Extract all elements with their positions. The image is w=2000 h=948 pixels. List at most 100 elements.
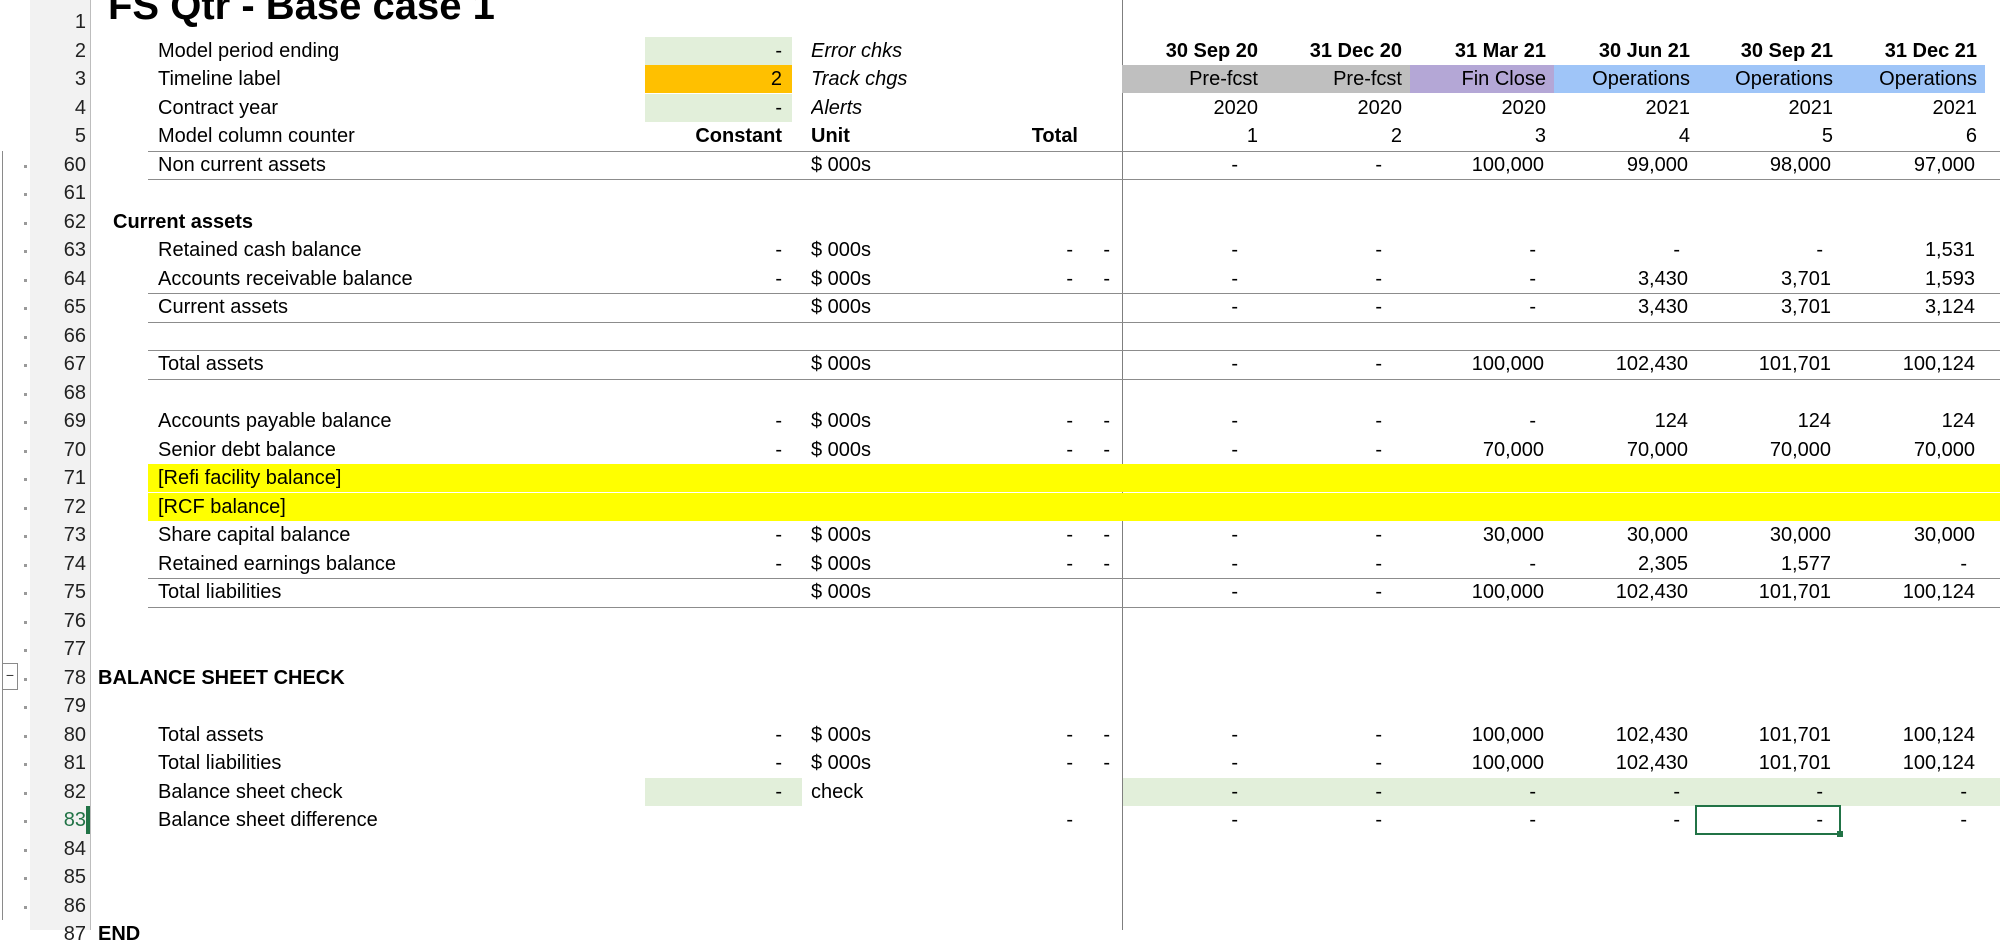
value-cell[interactable]: 102,430 bbox=[1554, 749, 1698, 777]
row-number[interactable]: 64 bbox=[30, 265, 86, 293]
constant-cell[interactable]: 2 bbox=[645, 65, 792, 93]
value-cell[interactable]: - bbox=[1697, 236, 1841, 264]
value-cell[interactable]: 30,000 bbox=[1697, 521, 1841, 549]
row-number[interactable]: 82 bbox=[30, 778, 86, 806]
row-number[interactable]: 68 bbox=[30, 379, 86, 407]
value-cell[interactable]: 100,124 bbox=[1841, 721, 1985, 749]
row-number[interactable]: 83 bbox=[30, 806, 86, 834]
value-cell[interactable]: - bbox=[1554, 778, 1698, 806]
value-cell[interactable]: - bbox=[1122, 521, 1266, 549]
value-cell[interactable]: 30,000 bbox=[1410, 521, 1554, 549]
period-header[interactable]: Pre-fcst bbox=[1266, 65, 1410, 93]
constant-cell[interactable]: - bbox=[645, 521, 792, 549]
value-cell[interactable]: - bbox=[1697, 778, 1841, 806]
period-header[interactable]: 6 bbox=[1841, 122, 1985, 150]
value-cell[interactable]: 101,701 bbox=[1697, 350, 1841, 378]
period-header[interactable]: 4 bbox=[1554, 122, 1698, 150]
value-cell[interactable]: - bbox=[1266, 806, 1410, 834]
flag-cell[interactable]: - bbox=[1080, 550, 1110, 578]
value-cell[interactable]: 70,000 bbox=[1697, 436, 1841, 464]
active-cell-selection[interactable] bbox=[1695, 805, 1841, 835]
value-cell[interactable]: 102,430 bbox=[1554, 578, 1698, 606]
row-number[interactable]: 70 bbox=[30, 436, 86, 464]
value-cell[interactable]: 3,430 bbox=[1554, 293, 1698, 321]
value-cell[interactable]: - bbox=[1122, 550, 1266, 578]
period-header[interactable]: 1 bbox=[1122, 122, 1266, 150]
flag-cell[interactable]: - bbox=[1080, 521, 1110, 549]
period-header[interactable]: Operations bbox=[1697, 65, 1841, 93]
period-header[interactable]: 2021 bbox=[1554, 94, 1698, 122]
value-cell[interactable]: - bbox=[1554, 806, 1698, 834]
value-cell[interactable]: - bbox=[1266, 778, 1410, 806]
total-cell[interactable]: - bbox=[960, 407, 1073, 435]
row-number[interactable]: 80 bbox=[30, 721, 86, 749]
value-cell[interactable]: 3,430 bbox=[1554, 265, 1698, 293]
value-cell[interactable]: 124 bbox=[1697, 407, 1841, 435]
period-header[interactable]: 3 bbox=[1410, 122, 1554, 150]
row-number[interactable]: 81 bbox=[30, 749, 86, 777]
value-cell[interactable]: 101,701 bbox=[1697, 749, 1841, 777]
value-cell[interactable]: - bbox=[1410, 265, 1554, 293]
value-cell[interactable]: 2,305 bbox=[1554, 550, 1698, 578]
constant-cell[interactable]: - bbox=[645, 36, 792, 65]
row-number[interactable]: 69 bbox=[30, 407, 86, 435]
total-cell[interactable]: - bbox=[960, 749, 1073, 777]
period-header[interactable]: 31 Dec 21 bbox=[1841, 37, 1985, 65]
constant-cell[interactable]: Constant bbox=[645, 122, 792, 150]
total-cell[interactable]: - bbox=[960, 265, 1073, 293]
flag-cell[interactable]: - bbox=[1080, 436, 1110, 464]
value-cell[interactable]: - bbox=[1122, 407, 1266, 435]
flag-cell[interactable]: - bbox=[1080, 721, 1110, 749]
total-cell[interactable]: - bbox=[960, 436, 1073, 464]
period-header[interactable]: 2021 bbox=[1697, 94, 1841, 122]
value-cell[interactable]: - bbox=[1122, 749, 1266, 777]
row-number[interactable]: 84 bbox=[30, 835, 86, 863]
row-number[interactable]: 5 bbox=[30, 122, 86, 150]
constant-cell[interactable]: - bbox=[645, 236, 792, 264]
value-cell[interactable]: 100,000 bbox=[1410, 350, 1554, 378]
row-number[interactable]: 60 bbox=[30, 151, 86, 179]
value-cell[interactable]: - bbox=[1266, 265, 1410, 293]
total-cell[interactable]: - bbox=[960, 236, 1073, 264]
flag-cell[interactable]: - bbox=[1080, 407, 1110, 435]
constant-cell[interactable]: - bbox=[645, 749, 792, 777]
value-cell[interactable]: - bbox=[1266, 749, 1410, 777]
value-cell[interactable]: 124 bbox=[1841, 407, 1985, 435]
constant-cell[interactable]: - bbox=[645, 721, 792, 749]
row-number[interactable]: 63 bbox=[30, 236, 86, 264]
row-number[interactable]: 85 bbox=[30, 863, 86, 891]
value-cell[interactable]: - bbox=[1410, 806, 1554, 834]
collapse-group-button[interactable]: − bbox=[2, 663, 18, 690]
value-cell[interactable]: 70,000 bbox=[1410, 436, 1554, 464]
row-number[interactable]: 66 bbox=[30, 322, 86, 350]
period-header[interactable]: Fin Close bbox=[1410, 65, 1554, 93]
value-cell[interactable]: 100,124 bbox=[1841, 578, 1985, 606]
value-cell[interactable]: 3,701 bbox=[1697, 265, 1841, 293]
value-cell[interactable]: 1,577 bbox=[1697, 550, 1841, 578]
row-number[interactable]: 74 bbox=[30, 550, 86, 578]
value-cell[interactable]: 101,701 bbox=[1697, 721, 1841, 749]
value-cell[interactable]: 101,701 bbox=[1697, 578, 1841, 606]
period-header[interactable]: 31 Dec 20 bbox=[1266, 37, 1410, 65]
row-number[interactable]: 3 bbox=[30, 65, 86, 93]
row-number[interactable]: 78 bbox=[30, 664, 86, 692]
value-cell[interactable]: - bbox=[1122, 806, 1266, 834]
value-cell[interactable]: - bbox=[1266, 151, 1410, 179]
value-cell[interactable]: - bbox=[1266, 521, 1410, 549]
fill-handle[interactable] bbox=[1837, 831, 1843, 837]
row-number[interactable]: 75 bbox=[30, 578, 86, 606]
row-number[interactable]: 62 bbox=[30, 208, 86, 236]
period-header[interactable]: 30 Sep 21 bbox=[1697, 37, 1841, 65]
value-cell[interactable]: 30,000 bbox=[1554, 521, 1698, 549]
constant-cell[interactable]: - bbox=[645, 436, 792, 464]
constant-cell[interactable]: - bbox=[645, 407, 792, 435]
period-header[interactable]: Operations bbox=[1841, 65, 1985, 93]
period-header[interactable]: 31 Mar 21 bbox=[1410, 37, 1554, 65]
total-cell[interactable]: - bbox=[960, 806, 1073, 834]
row-number[interactable]: 76 bbox=[30, 607, 86, 635]
total-cell[interactable]: - bbox=[960, 550, 1073, 578]
value-cell[interactable]: - bbox=[1122, 721, 1266, 749]
value-cell[interactable]: 98,000 bbox=[1697, 151, 1841, 179]
value-cell[interactable]: 124 bbox=[1554, 407, 1698, 435]
row-number[interactable]: 86 bbox=[30, 892, 86, 920]
